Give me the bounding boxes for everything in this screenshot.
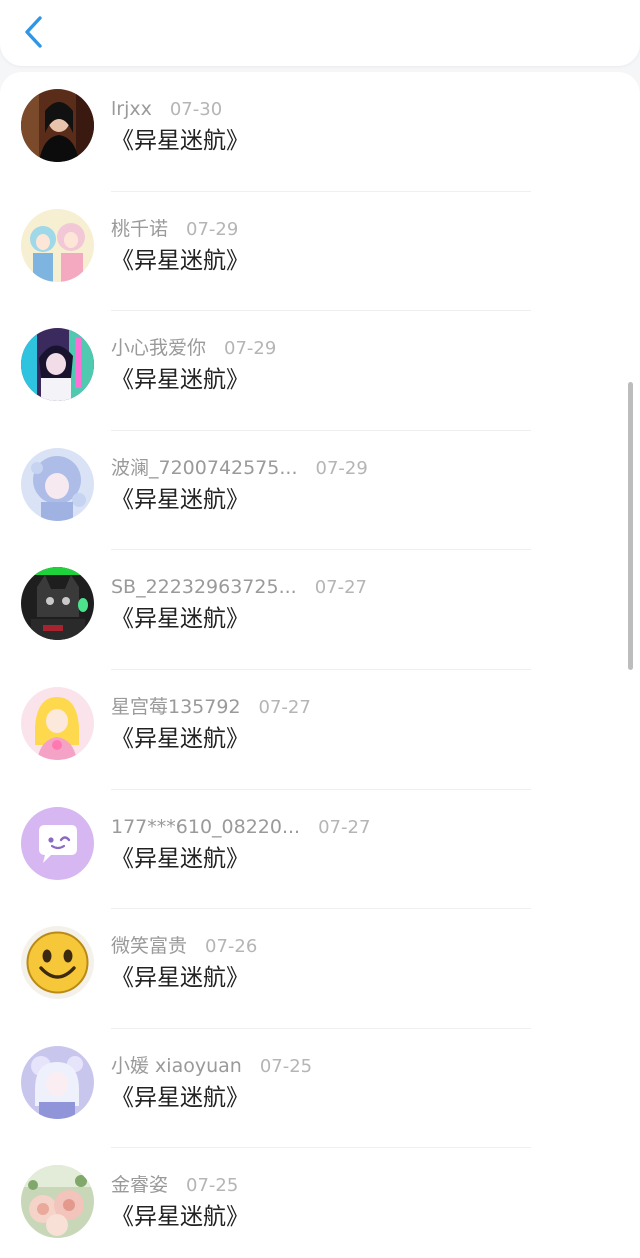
book-title: 《异星迷航》 [111,606,249,633]
date: 07-27 [258,697,311,718]
list-item[interactable]: 微笑富贵 07-26 《异星迷航》 [0,909,640,1029]
book-title: 《异星迷航》 [111,1084,249,1111]
username: 星宫莓135792 [111,696,241,718]
top-nav-bar [0,0,640,66]
list-item[interactable]: 金睿姿 07-25 《异星迷航》 [0,1148,640,1258]
date: 07-30 [169,99,223,120]
book-title: 《异星迷航》 [111,367,249,394]
book-title: 《异星迷航》 [111,845,249,872]
user-avatar [21,1045,94,1119]
date: 07-25 [186,1175,239,1197]
item-meta: 金睿姿 07-25 [111,1172,238,1198]
user-avatar [21,89,94,162]
item-meta: 小心我爱你 07-29 [111,335,276,361]
book-title: 《异星迷航》 [111,965,249,992]
user-avatar [21,806,94,880]
book-title: 《异星迷航》 [111,128,249,154]
user-avatar [21,208,94,282]
list-item[interactable]: 桃千诺 07-29 《异星迷航》 [0,192,640,312]
date: 07-29 [224,338,277,360]
list-item[interactable]: 波澜_7200742575... 07-29 《异星迷航》 [0,431,640,551]
item-meta: 小媛 xiaoyuan 07-25 [111,1053,312,1079]
list-item[interactable]: 小媛 xiaoyuan 07-25 《异星迷航》 [0,1029,640,1149]
username: 小心我爱你 [111,337,207,360]
date: 07-26 [205,936,258,958]
item-meta: 微笑富贵 07-26 [111,933,257,959]
user-avatar [21,687,94,760]
item-meta: 星宫莓135792 07-27 [111,694,311,720]
date: 07-25 [259,1055,313,1077]
item-meta: 桃千诺 07-29 [111,216,238,242]
date: 07-29 [315,457,368,479]
username: 177***610_08220... [111,815,301,838]
username: lrjxx [111,98,152,120]
username: 金睿姿 [111,1174,169,1197]
list-item[interactable]: SB_22232963725... 07-27 《异星迷航》 [0,550,640,670]
user-avatar [21,328,94,402]
list-item[interactable]: 177***610_08220... 07-27 《异星迷航》 [0,790,640,910]
scrollbar[interactable] [628,382,633,670]
item-meta: 波澜_7200742575... 07-29 [111,455,368,481]
username: SB_22232963725... [111,576,297,599]
user-avatar [21,447,94,521]
book-title: 《异星迷航》 [111,726,249,752]
item-meta: 177***610_08220... 07-27 [111,814,370,840]
book-title: 《异星迷航》 [111,486,249,513]
book-title: 《异星迷航》 [111,247,249,274]
list-item[interactable]: lrjxx 07-30 《异星迷航》 [0,72,640,192]
book-title: 《异星迷航》 [111,1204,249,1231]
date: 07-29 [186,218,239,240]
username: 微笑富贵 [111,935,188,958]
user-avatar [21,926,94,1000]
username: 波澜_7200742575... [111,456,298,479]
user-avatar [21,567,94,641]
chevron-left-icon [25,16,42,48]
item-meta: SB_22232963725... 07-27 [111,574,367,600]
user-list: lrjxx 07-30 《异星迷航》 桃千诺 07-29 《异星迷航》 小心我爱… [0,72,640,1258]
username: 桃千诺 [111,217,169,240]
list-item[interactable]: 星宫莓135792 07-27 《异星迷航》 [0,670,640,790]
date: 07-27 [314,577,367,599]
back-button[interactable] [18,12,54,52]
date: 07-27 [318,816,371,838]
username: 小媛 xiaoyuan [111,1054,242,1077]
user-avatar [21,1165,94,1239]
list-item[interactable]: 小心我爱你 07-29 《异星迷航》 [0,311,640,431]
item-meta: lrjxx 07-30 [111,96,222,122]
